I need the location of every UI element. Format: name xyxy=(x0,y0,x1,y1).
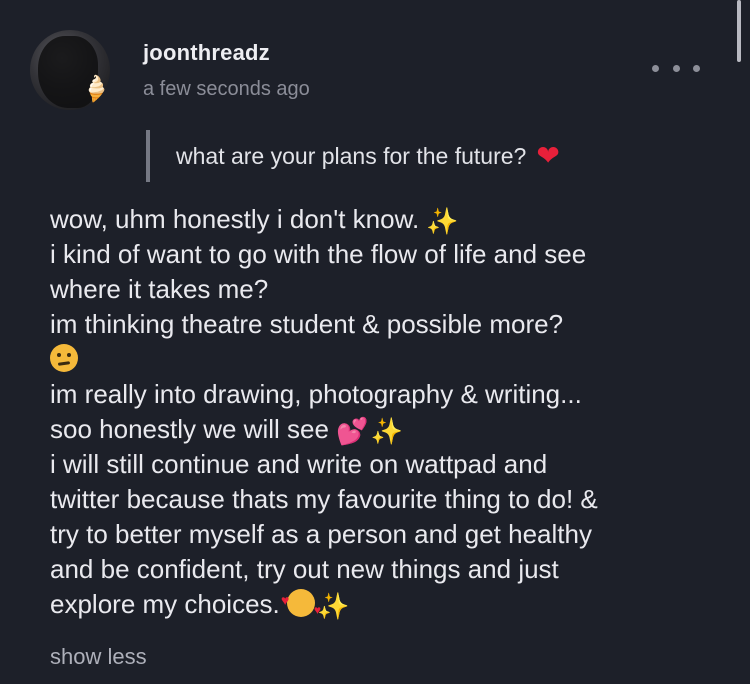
more-dots-icon xyxy=(672,64,680,72)
body-line-text: twitter because thats my favourite thing… xyxy=(50,484,598,514)
smiling-face-with-hearts-icon xyxy=(281,583,321,628)
body-line-text: try to better myself as a person and get… xyxy=(50,519,592,549)
body-line-text: and be confident, try out new things and… xyxy=(50,554,559,584)
body-line-text: im really into drawing, photography & wr… xyxy=(50,379,582,409)
body-line xyxy=(50,342,740,377)
scrollbar[interactable] xyxy=(737,0,741,62)
body-line: where it takes me? xyxy=(50,272,740,307)
username[interactable]: joonthreadz xyxy=(143,40,270,66)
more-dots-icon xyxy=(693,64,700,72)
body-line: soo honestly we will see 💕✨ xyxy=(50,412,740,447)
quoted-question: what are your plans for the future? ❤ xyxy=(146,130,560,182)
sparkles-icon: ✨ xyxy=(370,416,403,446)
body-line-text: wow, uhm honestly i don't know. xyxy=(50,204,420,234)
more-dots-icon xyxy=(652,64,659,72)
post-card: 🍦 joonthreadz a few seconds ago what are… xyxy=(0,0,750,684)
quote-text: what are your plans for the future? xyxy=(176,142,527,169)
body-line: wow, uhm honestly i don't know. ✨ xyxy=(50,202,740,237)
body-line: try to better myself as a person and get… xyxy=(50,517,740,552)
body-line: i kind of want to go with the flow of li… xyxy=(50,237,740,272)
thinking-face-icon xyxy=(50,344,78,372)
more-options-button[interactable] xyxy=(652,56,700,80)
timestamp: a few seconds ago xyxy=(143,78,310,100)
body-line: explore my choices. ✨ xyxy=(50,583,740,628)
show-less-link[interactable]: show less xyxy=(50,644,147,670)
body-line-text: i kind of want to go with the flow of li… xyxy=(50,239,587,269)
body-line: twitter because thats my favourite thing… xyxy=(50,482,740,517)
body-line: im thinking theatre student & possible m… xyxy=(50,307,740,342)
body-line-text: im thinking theatre student & possible m… xyxy=(50,309,564,339)
avatar[interactable]: 🍦 xyxy=(30,30,110,110)
body-line: i will still continue and write on wattp… xyxy=(50,447,740,482)
body-line-text: where it takes me? xyxy=(50,274,269,304)
body-line: and be confident, try out new things and… xyxy=(50,552,740,587)
sparkles-icon: ✨ xyxy=(426,206,459,236)
body-line-text: soo honestly we will see xyxy=(50,414,329,444)
body-line-text: explore my choices. xyxy=(50,589,280,619)
sparkles-icon: ✨ xyxy=(317,591,350,621)
red-heart-icon: ❤ xyxy=(536,140,560,171)
ice-cream-icon: 🍦 xyxy=(80,74,110,104)
body-line: im really into drawing, photography & wr… xyxy=(50,377,740,412)
post-body: wow, uhm honestly i don't know. ✨ i kind… xyxy=(50,202,740,628)
body-line-text: i will still continue and write on wattp… xyxy=(50,449,548,479)
two-hearts-icon: 💕 xyxy=(336,416,369,446)
